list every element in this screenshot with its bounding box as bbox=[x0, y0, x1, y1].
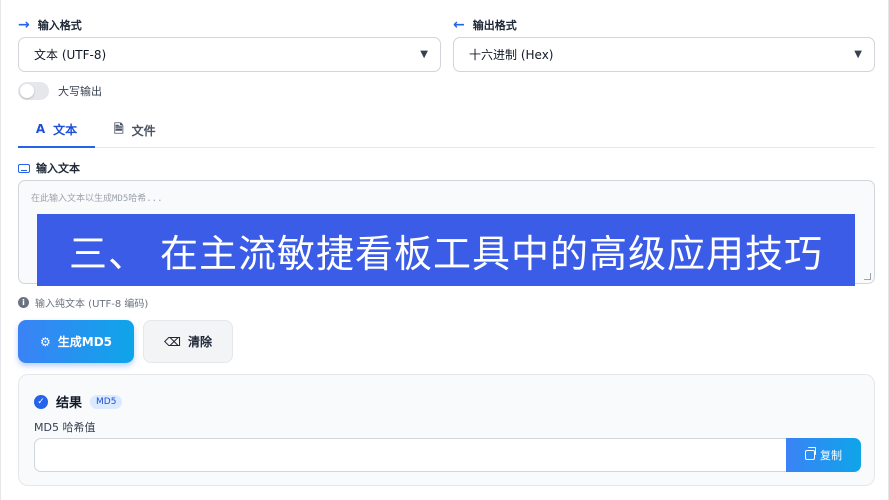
check-circle-icon: ✓ bbox=[34, 394, 48, 409]
copy-button[interactable]: 复制 bbox=[786, 438, 861, 472]
output-format-label: ← 输出格式 bbox=[453, 17, 517, 33]
copy-icon bbox=[805, 447, 816, 460]
hash-label: MD5 哈希值 bbox=[34, 421, 96, 434]
input-format-label-text: 输入格式 bbox=[37, 19, 82, 32]
output-format-label-text: 输出格式 bbox=[472, 19, 517, 32]
result-title: 结果 bbox=[56, 396, 83, 411]
input-placeholder: 在此输入文本以生成MD5哈希... bbox=[31, 194, 163, 204]
clear-label: 清除 bbox=[187, 335, 212, 349]
input-mode-tabs: A 文本 🗎 文件 bbox=[18, 112, 875, 148]
info-icon: i bbox=[18, 297, 29, 308]
copy-label: 复制 bbox=[820, 449, 842, 462]
input-hint-text: 输入纯文本 (UTF-8 编码) bbox=[35, 299, 149, 310]
tab-file[interactable]: 🗎 文件 bbox=[114, 112, 156, 148]
output-format-value: 十六进制 (Hex) bbox=[469, 48, 554, 62]
arrow-right-icon: → bbox=[18, 17, 30, 33]
result-header: ✓ 结果 MD5 bbox=[34, 392, 123, 411]
input-text-label: 输入文本 bbox=[18, 160, 80, 176]
arrow-left-icon: ← bbox=[453, 17, 465, 33]
keyboard-icon bbox=[18, 163, 30, 173]
algorithm-badge: MD5 bbox=[90, 394, 123, 409]
input-format-value: 文本 (UTF-8) bbox=[34, 48, 107, 62]
file-icon: 🗎 bbox=[114, 121, 124, 136]
input-text-label-text: 输入文本 bbox=[36, 162, 80, 175]
output-format-select[interactable]: 十六进制 (Hex) ▼ bbox=[453, 37, 875, 72]
uppercase-toggle[interactable] bbox=[18, 82, 49, 100]
input-hint: i 输入纯文本 (UTF-8 编码) bbox=[18, 295, 148, 310]
gear-icon: ⚙ bbox=[39, 334, 51, 349]
resize-handle[interactable] bbox=[864, 273, 871, 280]
result-card: ✓ 结果 MD5 MD5 哈希值 复制 bbox=[18, 374, 875, 486]
uppercase-toggle-row: 大写输出 bbox=[18, 82, 102, 100]
tab-text-label: 文本 bbox=[53, 122, 78, 137]
chevron-down-icon: ▼ bbox=[420, 49, 428, 60]
eraser-icon: ⌫ bbox=[164, 334, 181, 349]
clear-button[interactable]: ⌫ 清除 bbox=[143, 320, 233, 363]
tab-text[interactable]: A 文本 bbox=[18, 112, 95, 148]
input-format-select[interactable]: 文本 (UTF-8) ▼ bbox=[18, 37, 441, 72]
tab-file-label: 文件 bbox=[131, 123, 156, 138]
uppercase-toggle-label: 大写输出 bbox=[58, 85, 102, 98]
app-frame: → 输入格式 文本 (UTF-8) ▼ ← 输出格式 十六进制 (Hex) ▼ … bbox=[0, 0, 889, 500]
generate-md5-button[interactable]: ⚙ 生成MD5 bbox=[18, 320, 134, 363]
generate-md5-label: 生成MD5 bbox=[57, 335, 113, 349]
font-icon: A bbox=[35, 122, 46, 136]
overlay-banner: 三、 在主流敏捷看板工具中的高级应用技巧 bbox=[37, 214, 855, 286]
hash-output-field[interactable] bbox=[34, 438, 787, 472]
chevron-down-icon: ▼ bbox=[854, 49, 862, 60]
input-format-label: → 输入格式 bbox=[18, 17, 82, 33]
